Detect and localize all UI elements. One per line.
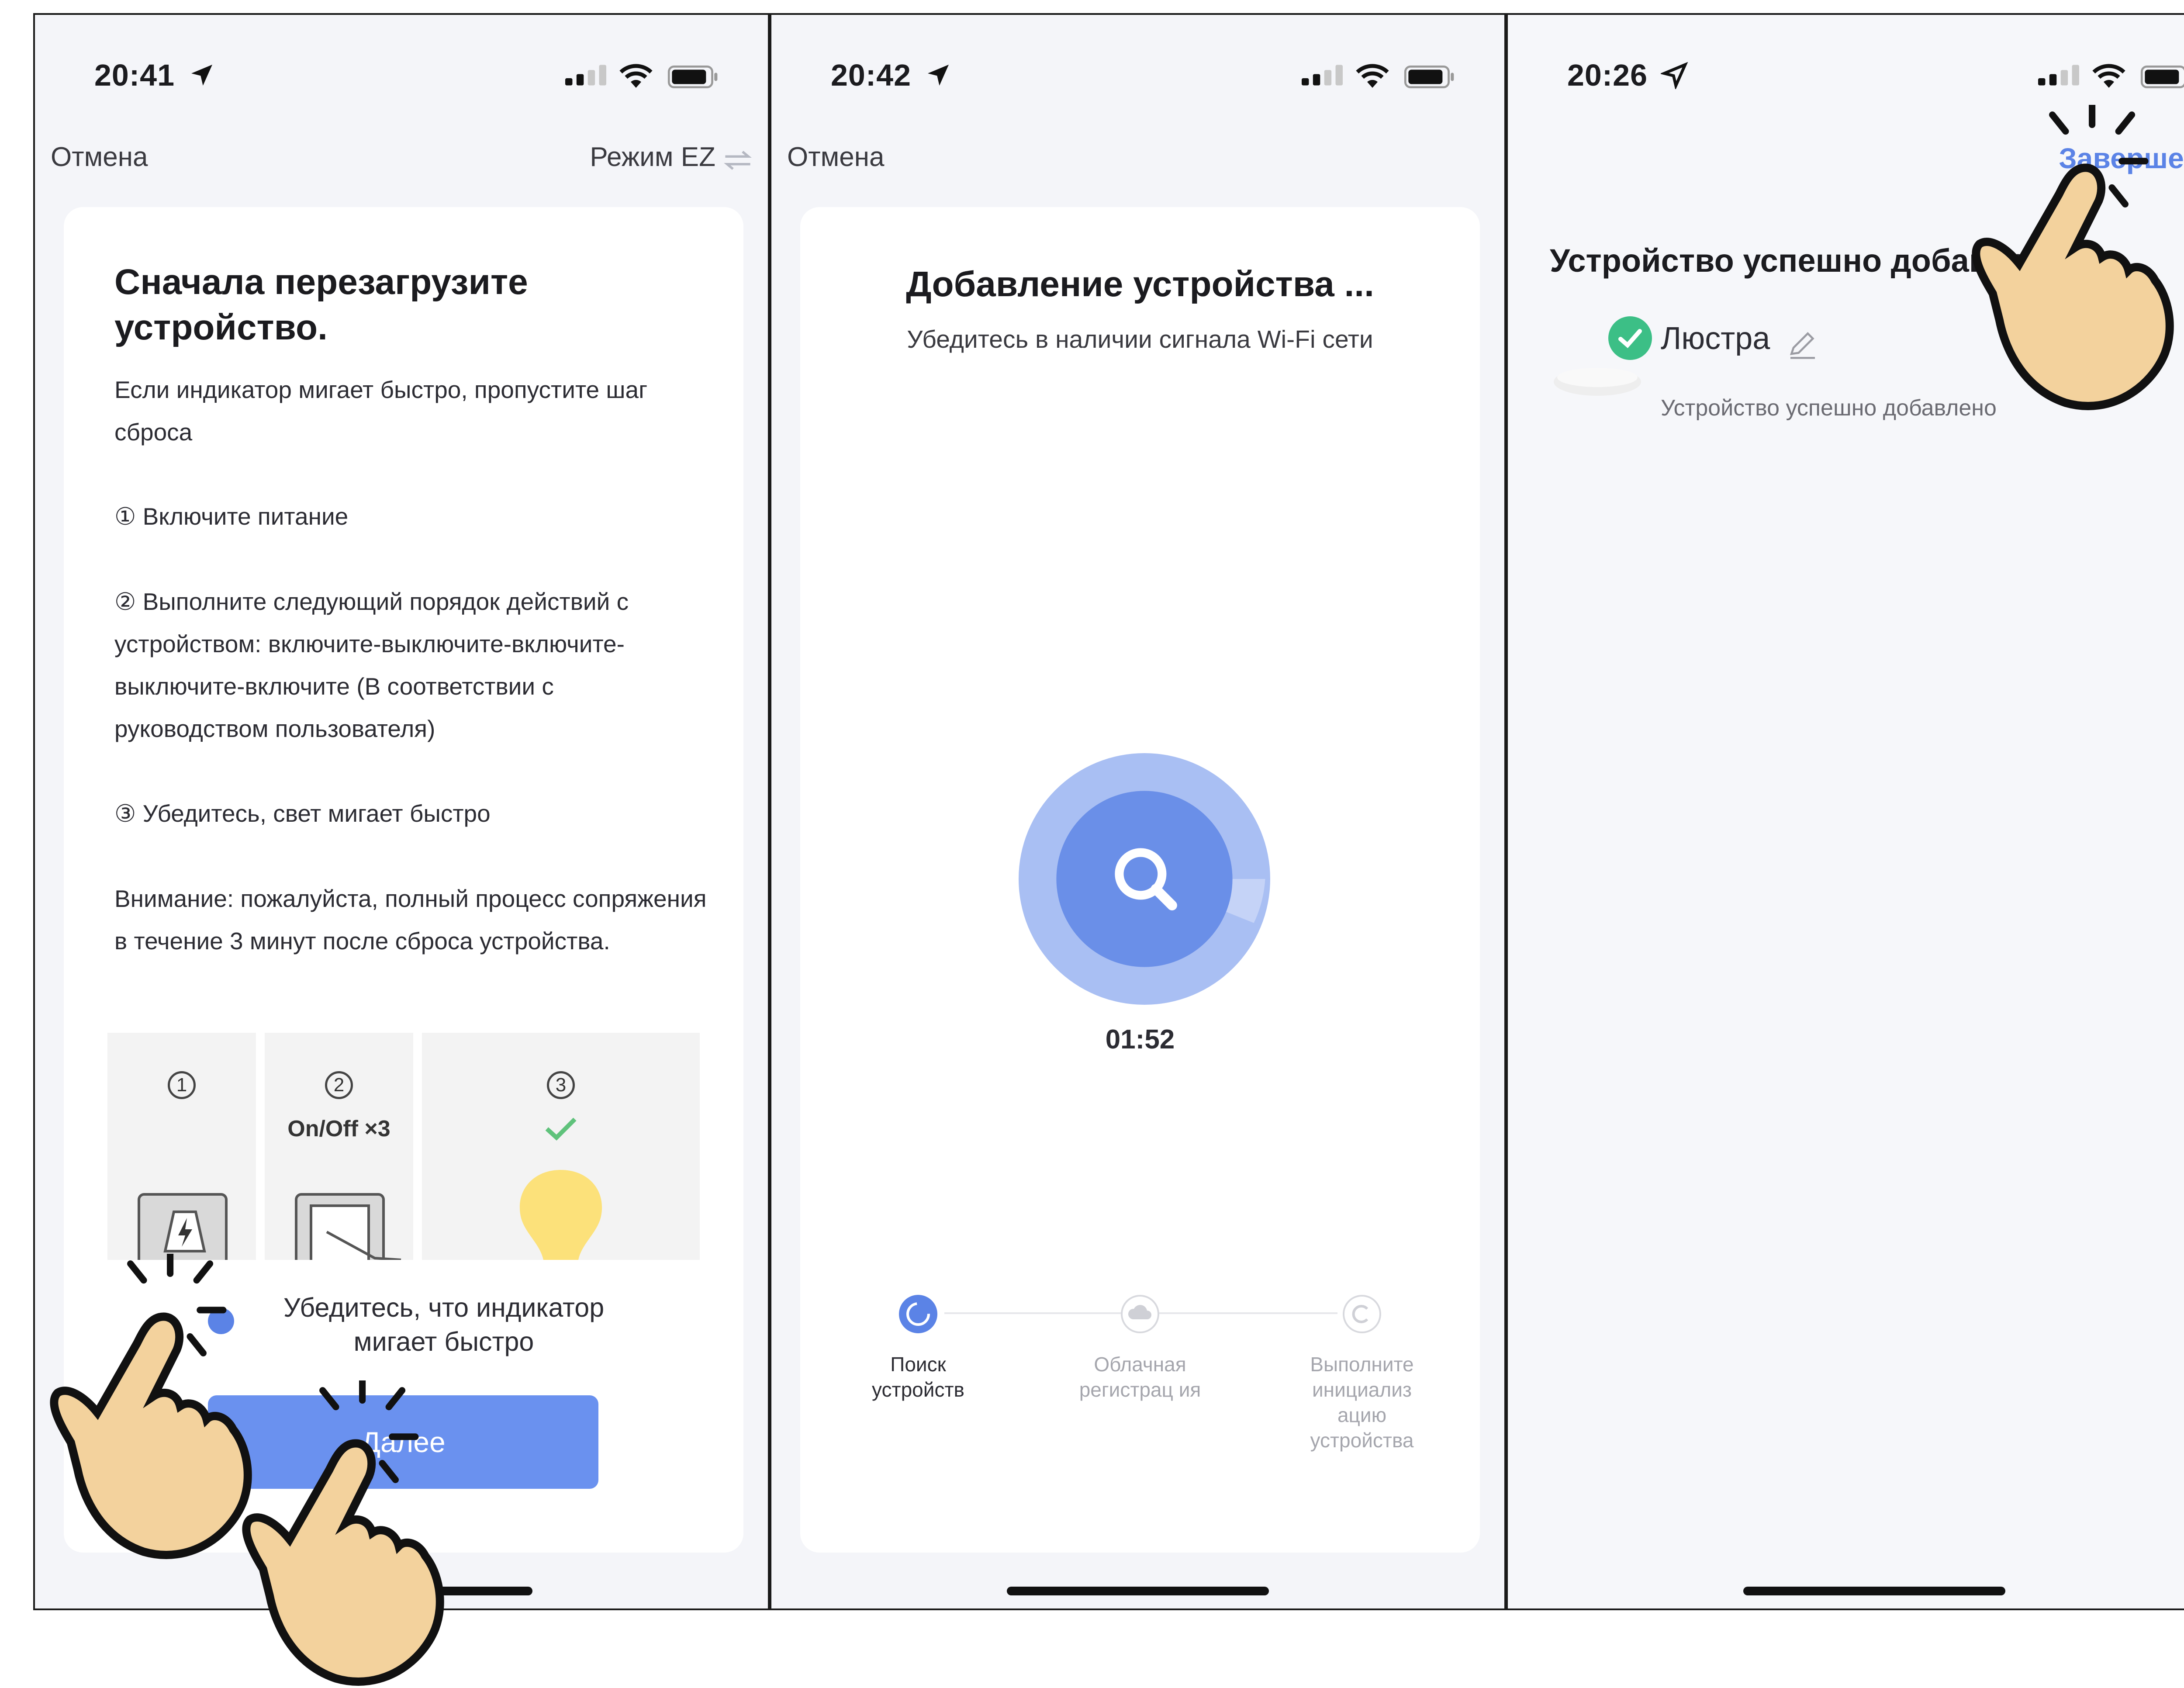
hand-switch-icon [295,1193,401,1260]
tap-hand-icon [242,1380,444,1686]
location-arrow-icon [191,65,212,86]
status-time: 20:41 [94,58,175,92]
step3-text: ③ Убедитесь, свет мигает быстро [114,800,491,827]
status-time: 20:26 [1567,58,1648,92]
step-dot-cloud [1121,1295,1159,1333]
power-switch-icon [138,1193,228,1260]
cancel-button[interactable]: Отмена [787,142,884,173]
illustration-step1: 1 [107,1033,256,1260]
location-arrow-outline-icon [1661,62,1688,89]
swap-arrows-icon[interactable] [723,149,752,171]
confirm-text[interactable]: Убедитесь, что индикатор мигает быстро [247,1290,640,1359]
tap-hand-icon [1972,105,2174,410]
warning-text: Внимание: пожалуйста, полный процесс соп… [114,885,707,955]
battery-icon [667,66,718,88]
step-dot-search [899,1295,937,1333]
status-bar: 20:42 [771,45,1504,107]
location-arrow-icon [928,65,949,86]
page-title: Сначала перезагрузите устройство. [114,262,528,347]
step-number: 3 [547,1071,575,1099]
countdown-timer: 01:52 [1105,1024,1175,1055]
nav-bar: Отмена Режим EZ [35,133,768,185]
home-indicator [1007,1587,1269,1595]
spinner-icon [906,1302,930,1326]
ceiling-light-icon [1554,368,1641,396]
wifi-hint: Убедитесь в наличии сигнала Wi-Fi сети [907,325,1373,353]
progress-card: Добавление устройства ... Убедитесь в на… [800,207,1480,1553]
illustration-step2: 2 On/Off ×3 [265,1033,413,1260]
status-bar: 20:26 [1508,45,2184,107]
cellular-signal-icon [565,65,606,86]
checkmark-icon [545,1117,577,1141]
step-number: 2 [325,1071,353,1099]
cancel-button[interactable]: Отмена [51,142,148,173]
step-number: 1 [168,1071,196,1099]
wifi-icon [619,64,653,88]
step-label-search: Поиск устройств [872,1353,964,1401]
cloud-icon [1128,1305,1151,1319]
page-title: Добавление устройства ... [906,264,1374,304]
step1-text: ① Включите питание [114,503,349,530]
step-label-cloud: Облачная регистрац ия [1079,1353,1201,1401]
light-bulb-icon [519,1170,602,1260]
cellular-signal-icon [1302,65,1343,86]
cellular-signal-icon [2038,65,2079,86]
status-bar: 20:41 [35,45,768,107]
search-radar-icon [1019,753,1270,1005]
ez-mode-button[interactable]: Режим EZ [590,142,715,173]
step-label-init: Выполните инициализ ацию устройства [1310,1353,1414,1452]
success-check-icon [1608,316,1652,360]
illustration-step3: 3 [422,1033,700,1260]
battery-icon [2140,66,2184,88]
device-name: Люстра [1661,321,1770,356]
home-indicator [1743,1587,2005,1595]
step2-text: ② Выполните следующий порядок действий с… [114,588,629,742]
screen-adding-device: 20:42 Отмена Добавление устройства ... У… [770,13,1506,1610]
status-time: 20:42 [831,58,912,92]
nav-bar: Отмена [771,133,1504,185]
wifi-icon [1356,64,1389,88]
battery-icon [1404,66,1454,88]
init-icon [1352,1305,1368,1323]
wifi-icon [2092,64,2125,88]
intro-text: Если индикатор мигает быстро, пропустите… [114,376,648,446]
step-dot-init [1343,1295,1381,1333]
on-off-caption: On/Off ×3 [287,1116,390,1141]
edit-pencil-icon[interactable] [1787,329,1818,360]
